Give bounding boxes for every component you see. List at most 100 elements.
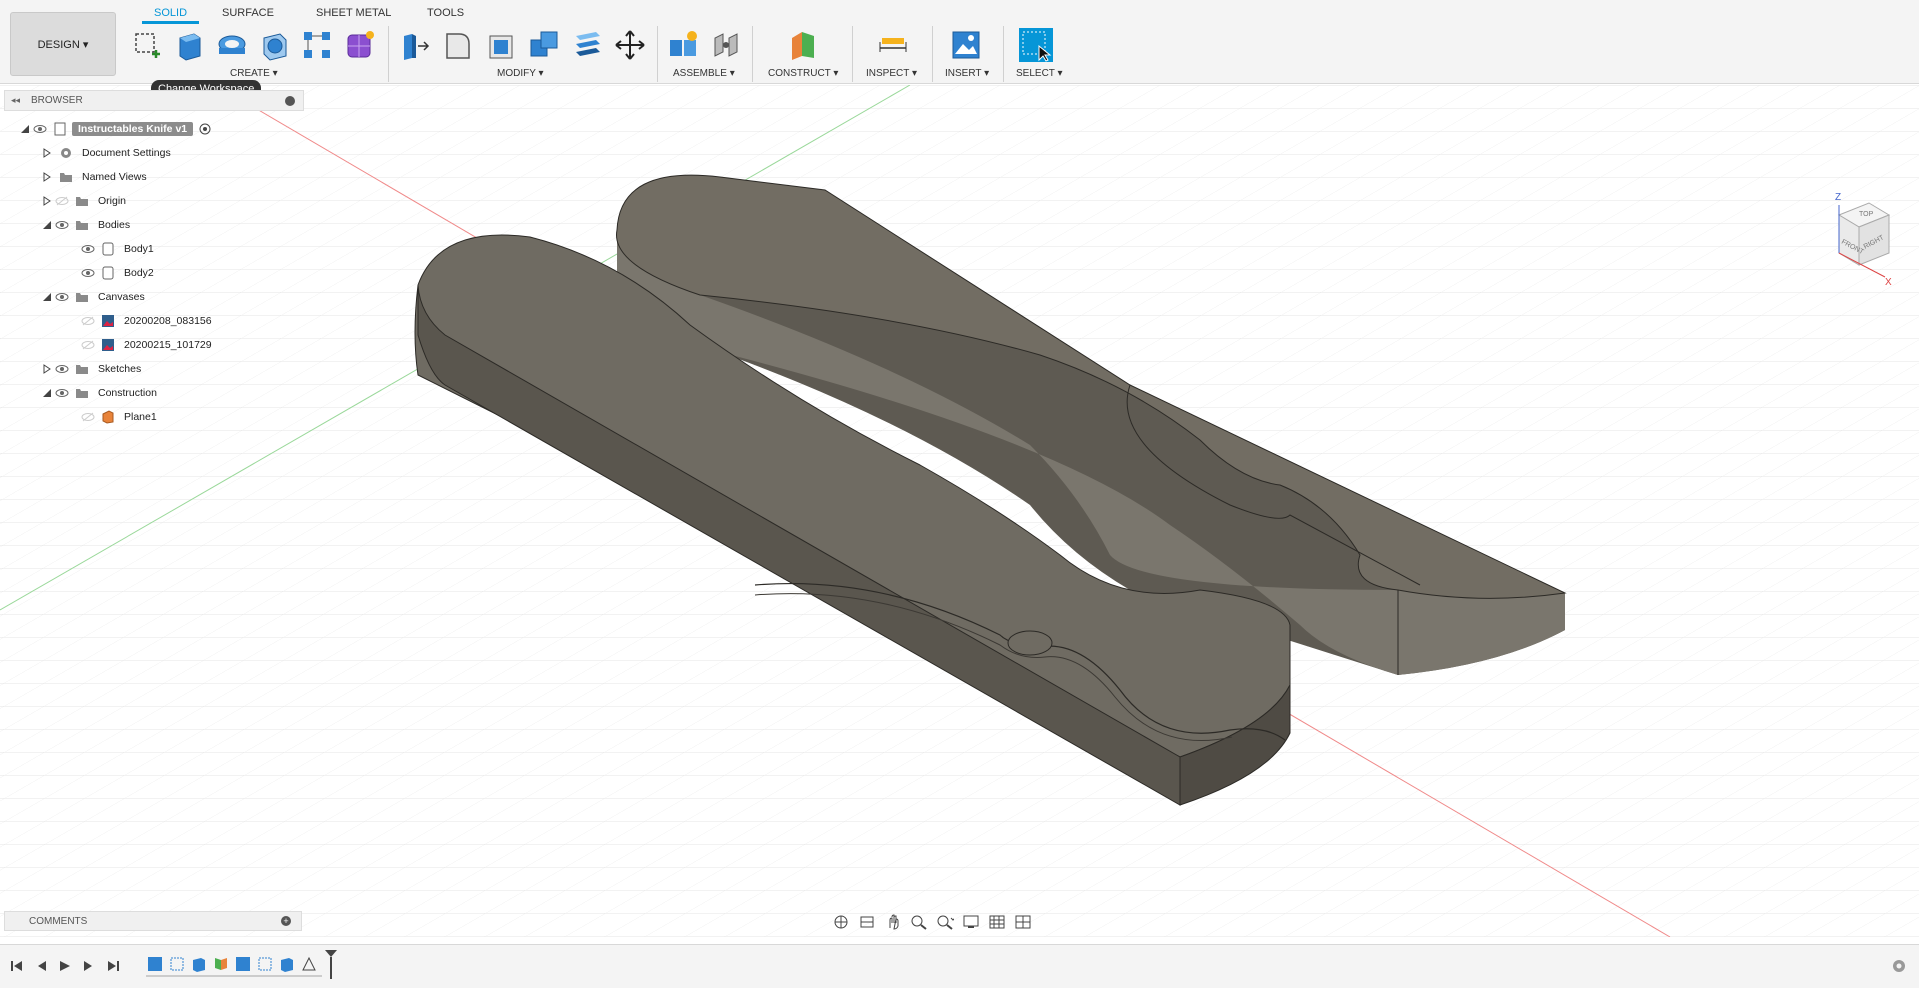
tab-sheet-metal[interactable]: SHEET METAL xyxy=(304,0,403,24)
hidden-eye-icon[interactable] xyxy=(80,314,96,328)
tree-item-label: Named Views xyxy=(82,171,147,183)
view-cube[interactable]: TOP FRONT RIGHT Z X xyxy=(1799,185,1899,295)
tree-item-document-settings[interactable]: Document Settings xyxy=(40,143,175,163)
timeline-settings-gear-icon[interactable] xyxy=(1890,957,1908,975)
timeline-split-icon[interactable] xyxy=(212,955,230,973)
comments-panel[interactable]: COMMENTS + xyxy=(4,911,302,931)
pan-icon[interactable] xyxy=(882,912,904,932)
tree-root[interactable]: Instructables Knife v1 xyxy=(18,119,217,139)
play-icon[interactable] xyxy=(56,957,74,975)
select-icon[interactable] xyxy=(1019,28,1053,62)
visibility-eye-icon[interactable] xyxy=(54,290,70,304)
tree-item-named-views[interactable]: Named Views xyxy=(40,167,151,187)
tree-item-canvases[interactable]: Canvases xyxy=(40,287,149,307)
look-at-icon[interactable] xyxy=(856,912,878,932)
extrude-icon[interactable] xyxy=(172,28,206,62)
tab-tools[interactable]: TOOLS xyxy=(415,0,476,24)
timeline-extrude2-icon[interactable] xyxy=(278,955,296,973)
visibility-eye-icon[interactable] xyxy=(80,266,96,280)
joint-icon[interactable] xyxy=(709,28,743,62)
divider xyxy=(388,26,389,82)
tree-item-construction[interactable]: Construction xyxy=(40,383,161,403)
viewports-icon[interactable] xyxy=(1012,912,1034,932)
expand-arrow-icon[interactable] xyxy=(40,146,54,160)
hole-icon[interactable] xyxy=(258,28,292,62)
tree-item-body1[interactable]: Body1 xyxy=(80,239,158,259)
orbit-icon[interactable] xyxy=(830,912,852,932)
expand-triangle-icon[interactable] xyxy=(40,290,54,304)
expand-arrow-icon[interactable] xyxy=(40,194,54,208)
expand-triangle-icon[interactable] xyxy=(40,218,54,232)
tree-item-sketches[interactable]: Sketches xyxy=(40,359,145,379)
tree-item-label: Body2 xyxy=(124,267,154,279)
fillet-icon[interactable] xyxy=(441,28,475,62)
collapse-browser-icon[interactable]: ◂◂ xyxy=(11,95,27,106)
expand-triangle-icon[interactable] xyxy=(18,122,32,136)
visibility-eye-icon[interactable] xyxy=(54,218,70,232)
tab-solid[interactable]: SOLID xyxy=(142,0,200,24)
inspect-menu[interactable]: INSPECT ▾ xyxy=(866,68,917,79)
activate-radio-icon[interactable] xyxy=(197,121,213,137)
timeline-canvas2-icon[interactable] xyxy=(234,955,252,973)
create-sketch-icon[interactable] xyxy=(130,28,164,62)
revolve-icon[interactable] xyxy=(215,28,249,62)
shell-icon[interactable] xyxy=(484,28,518,62)
browser-header[interactable]: ◂◂ BROWSER xyxy=(4,90,304,111)
assemble-menu[interactable]: ASSEMBLE ▾ xyxy=(673,68,735,79)
tree-item-plane1[interactable]: Plane1 xyxy=(80,407,161,427)
visibility-eye-icon[interactable] xyxy=(54,386,70,400)
tree-item-body2[interactable]: Body2 xyxy=(80,263,158,283)
divider xyxy=(657,26,658,82)
hidden-eye-icon[interactable] xyxy=(80,410,96,424)
timeline-plane-icon[interactable] xyxy=(300,955,318,973)
display-settings-icon[interactable] xyxy=(960,912,982,932)
document-name[interactable]: Instructables Knife v1 xyxy=(72,122,194,136)
tree-item-canvas-1[interactable]: 20200208_083156 xyxy=(80,311,216,331)
hidden-eye-icon[interactable] xyxy=(80,338,96,352)
press-pull-icon[interactable] xyxy=(398,28,432,62)
tree-item-label: 20200215_101729 xyxy=(124,339,212,351)
new-component-icon[interactable] xyxy=(666,28,700,62)
go-to-start-icon[interactable] xyxy=(8,957,26,975)
move-icon[interactable] xyxy=(613,28,647,62)
design-workspace-button[interactable]: DESIGN ▾ xyxy=(10,12,116,76)
add-comment-icon[interactable]: + xyxy=(281,916,291,926)
form-icon[interactable] xyxy=(343,28,377,62)
combine-icon[interactable] xyxy=(527,28,561,62)
step-forward-icon[interactable] xyxy=(80,957,98,975)
navigation-bar xyxy=(830,910,1034,934)
insert-image-icon[interactable] xyxy=(949,28,983,62)
select-menu[interactable]: SELECT ▾ xyxy=(1016,68,1063,79)
timeline-sketch-icon[interactable] xyxy=(168,955,186,973)
fit-icon[interactable] xyxy=(934,912,956,932)
create-menu[interactable]: CREATE ▾ xyxy=(230,68,278,79)
tab-surface[interactable]: SURFACE xyxy=(210,0,286,24)
construct-menu[interactable]: CONSTRUCT ▾ xyxy=(768,68,838,79)
timeline-sketch2-icon[interactable] xyxy=(256,955,274,973)
go-to-end-icon[interactable] xyxy=(104,957,122,975)
visibility-eye-icon[interactable] xyxy=(54,362,70,376)
offset-plane-icon[interactable] xyxy=(786,28,820,62)
expand-triangle-icon[interactable] xyxy=(40,386,54,400)
visibility-eye-icon[interactable] xyxy=(80,242,96,256)
expand-arrow-icon[interactable] xyxy=(40,170,54,184)
timeline-marker-icon[interactable] xyxy=(324,949,342,979)
grid-settings-icon[interactable] xyxy=(986,912,1008,932)
tree-item-canvas-2[interactable]: 20200215_101729 xyxy=(80,335,216,355)
document-icon xyxy=(52,121,68,137)
insert-menu[interactable]: INSERT ▾ xyxy=(945,68,989,79)
step-back-icon[interactable] xyxy=(32,957,50,975)
split-body-icon[interactable] xyxy=(570,28,604,62)
zoom-icon[interactable] xyxy=(908,912,930,932)
browser-pin-icon[interactable] xyxy=(285,95,295,106)
hidden-eye-icon[interactable] xyxy=(54,194,70,208)
timeline-canvas-icon[interactable] xyxy=(146,955,164,973)
tree-item-bodies[interactable]: Bodies xyxy=(40,215,134,235)
modify-menu[interactable]: MODIFY ▾ xyxy=(497,68,544,79)
tree-item-origin[interactable]: Origin xyxy=(40,191,130,211)
visibility-eye-icon[interactable] xyxy=(32,122,48,136)
expand-arrow-icon[interactable] xyxy=(40,362,54,376)
pattern-icon[interactable] xyxy=(300,28,334,62)
measure-icon[interactable] xyxy=(876,28,910,62)
timeline-extrude-icon[interactable] xyxy=(190,955,208,973)
